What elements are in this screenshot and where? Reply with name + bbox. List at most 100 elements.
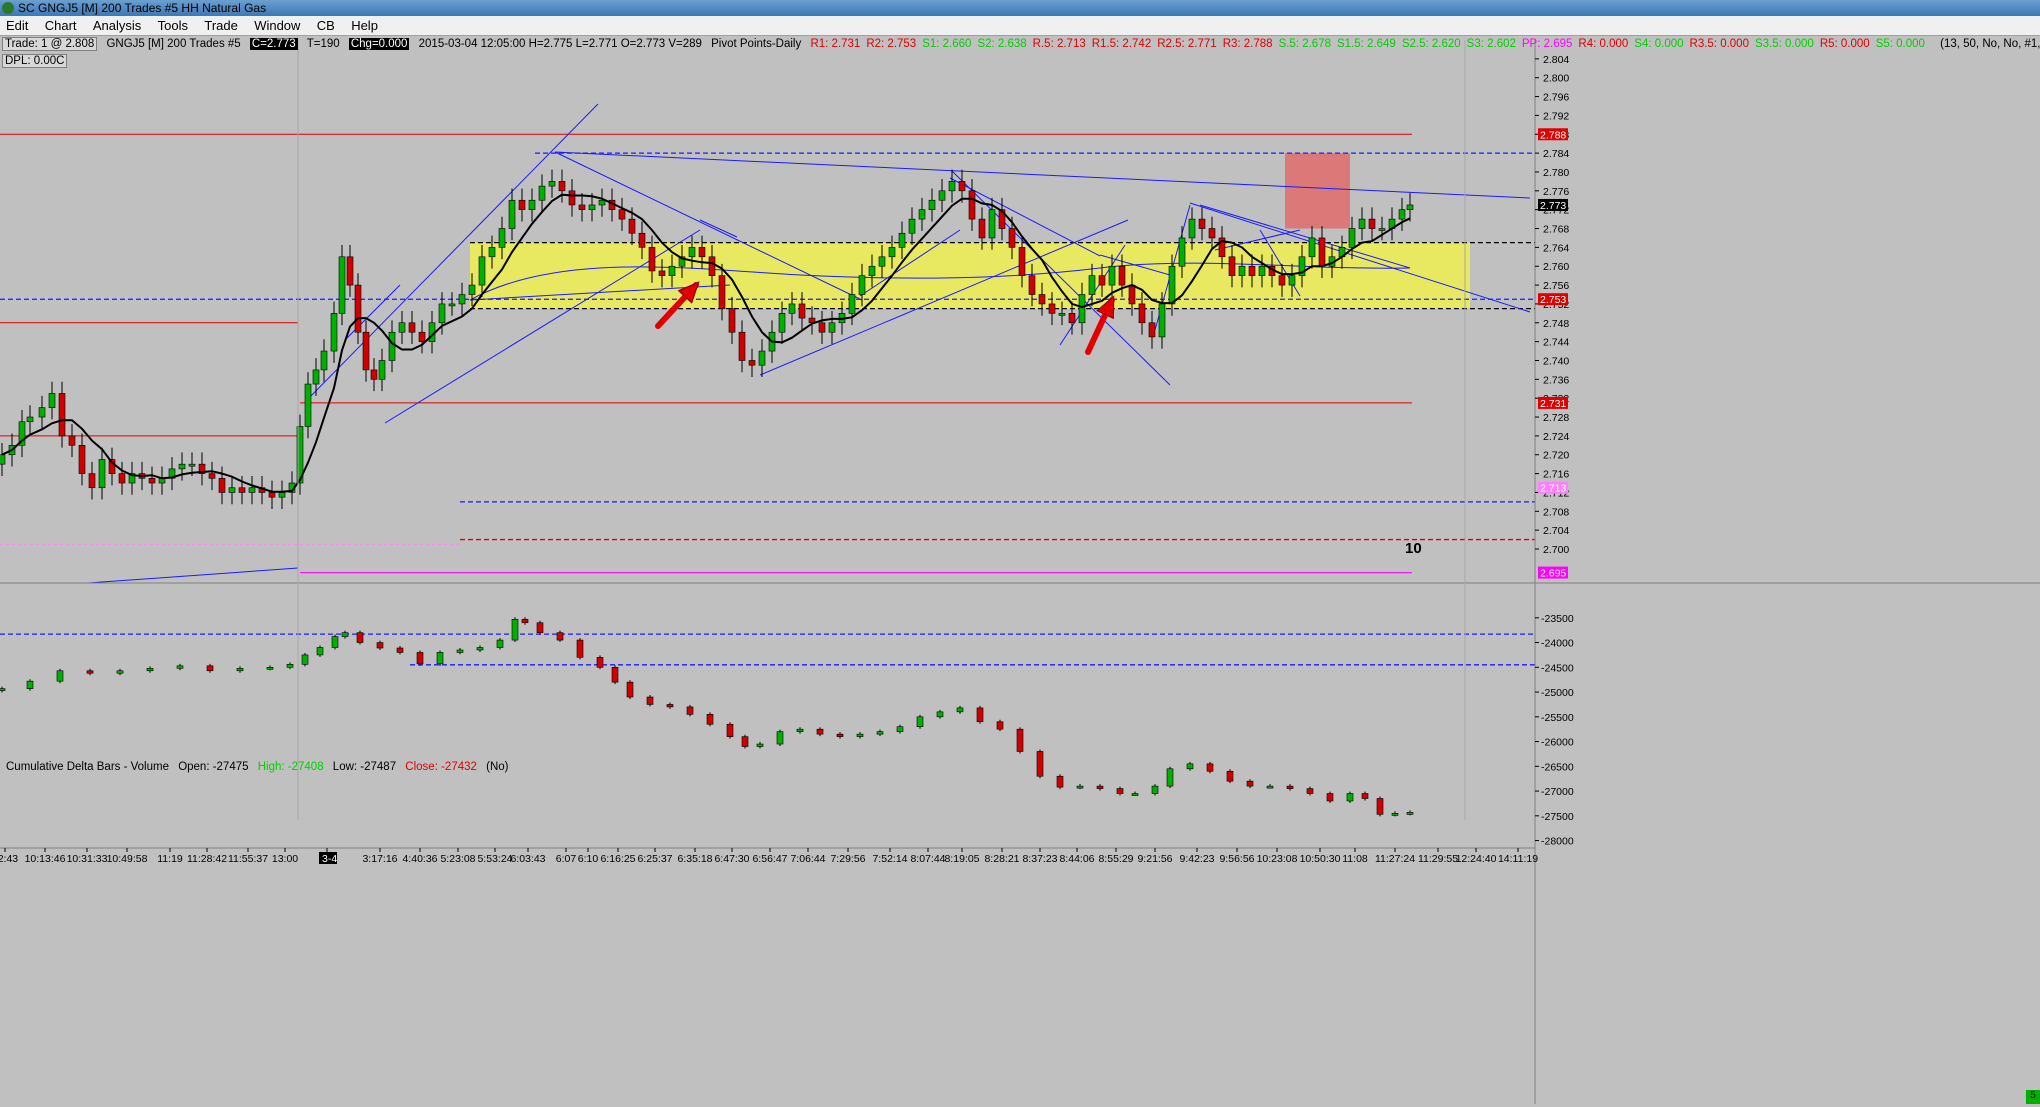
time-axis-label: 11:08 <box>1342 853 1368 865</box>
price-candle <box>528 199 536 210</box>
price-badge-label: 2.753 <box>1540 294 1566 306</box>
price-candle <box>788 303 796 314</box>
price-axis-label: 2.760 <box>1543 261 1569 273</box>
price-candle <box>354 284 362 333</box>
price-candle <box>378 360 386 380</box>
delta-bar <box>936 711 944 718</box>
price-axis-label: 2.784 <box>1543 148 1569 160</box>
price-candle <box>1348 228 1356 248</box>
price-candle <box>1398 209 1406 220</box>
pivot-value: S3.5: 0.000 <box>1754 38 1814 50</box>
delta-bar <box>416 652 424 665</box>
price-axis-label: 2.748 <box>1543 318 1569 330</box>
time-axis-label: 6:03:43 <box>510 853 545 865</box>
delta-axis-label: -24500 <box>1541 662 1574 674</box>
price-candle <box>578 204 586 210</box>
menu-trade[interactable]: Trade <box>198 16 244 33</box>
price-candle <box>728 308 736 333</box>
delta-bar <box>1376 798 1384 815</box>
price-candle <box>98 459 106 489</box>
time-axis-label: 02:43 <box>0 853 18 865</box>
time-axis-label: 8:44:06 <box>1059 853 1094 865</box>
price-candle <box>1058 313 1066 316</box>
pivot-value: R2.5: 2.771 <box>1157 38 1217 50</box>
delta-bar <box>796 728 804 732</box>
price-candle <box>1278 275 1286 286</box>
price-candle <box>508 199 516 229</box>
pivot-title: Pivot Points-Daily <box>711 38 802 50</box>
price-candle <box>1128 284 1136 305</box>
delta-low: Low: -27487 <box>332 761 397 773</box>
time-axis-label: 9:56:56 <box>1219 853 1254 865</box>
price-candle <box>638 232 646 248</box>
time-axis-label: 11:29:55 <box>1418 853 1458 865</box>
price-candle <box>658 270 666 276</box>
price-axis-label: 2.724 <box>1543 431 1569 443</box>
resistance-box <box>1285 153 1350 229</box>
price-candle <box>548 181 556 187</box>
delta-axis-label: -24000 <box>1541 638 1574 650</box>
pivot-value: S.5: 2.678 <box>1278 38 1331 50</box>
time-axis-label: 11:55:37 <box>228 853 268 865</box>
price-candle <box>1168 265 1176 305</box>
price-candle <box>346 256 354 286</box>
chart-area[interactable]: 2.804 2.800 2.796 2.792 2.788 2.784 2.780 2.776… <box>0 36 2040 1104</box>
menu-chart[interactable]: Chart <box>39 16 84 33</box>
price-candle <box>968 190 976 220</box>
price-candle <box>248 487 256 493</box>
delta-bar <box>1116 788 1124 794</box>
time-axis-label: 6:10 <box>578 853 599 865</box>
delta-bar <box>976 707 984 723</box>
price-candle <box>748 360 756 366</box>
delta-bar <box>1036 751 1044 777</box>
pivot-value: S2: 2.638 <box>977 38 1027 50</box>
price-candle <box>938 190 946 201</box>
price-candle <box>1078 294 1086 324</box>
delta-bar <box>856 733 864 737</box>
price-candle <box>1208 228 1216 239</box>
delta-bar <box>536 622 544 633</box>
pivot-value: R.5: 2.713 <box>1032 38 1086 50</box>
price-axis-label: 2.800 <box>1543 73 1569 85</box>
status-corner: 5 <box>2026 1090 2040 1104</box>
delta-bar <box>301 654 309 665</box>
price-candle <box>1258 265 1266 276</box>
delta-bar <box>1206 763 1214 772</box>
delta-bar <box>666 704 674 708</box>
pivot-value: S4: 0.000 <box>1634 38 1684 50</box>
menu-window[interactable]: Window <box>248 16 307 33</box>
delta-bar <box>756 743 764 747</box>
menu-tools[interactable]: Tools <box>152 16 195 33</box>
menu-help[interactable]: Help <box>345 16 385 33</box>
price-axis-label: 2.756 <box>1543 280 1569 292</box>
delta-bar <box>1226 770 1234 782</box>
delta-bar <box>176 665 184 669</box>
price-candle <box>598 199 606 206</box>
price-axis-label: 2.804 <box>1543 54 1569 66</box>
menu-analysis[interactable]: Analysis <box>87 16 148 33</box>
menu-cb[interactable]: CB <box>311 16 342 33</box>
chart-canvas[interactable]: 2.804 2.800 2.796 2.792 2.788 2.784 2.780 2.776… <box>0 36 2040 1104</box>
price-candle <box>628 218 636 234</box>
delta-bar <box>496 639 504 648</box>
price-candle <box>478 256 486 286</box>
price-candle <box>1108 265 1116 286</box>
time-axis-label: 5:53:24 <box>477 853 512 865</box>
delta-axis-label: -25500 <box>1541 712 1574 724</box>
delta-bar <box>646 696 654 705</box>
delta-axis-label: -25000 <box>1541 687 1574 699</box>
pivot-values: R1: 2.731 R2: 2.753 S1: 2.660 S2: 2.638 R.5:… <box>810 38 1930 50</box>
delta-bar <box>116 670 124 674</box>
window-title: SC GNGJ5 [M] 200 Trades #5 HH Natural Ga… <box>18 1 267 15</box>
time-axis-label: 4:40:36 <box>402 853 437 865</box>
price-candle <box>26 416 34 423</box>
delta-bar <box>1391 813 1399 816</box>
price-candle <box>208 473 216 479</box>
pivot-value: R4: 0.000 <box>1578 38 1629 50</box>
price-badge-label: 2.788 <box>1540 129 1566 141</box>
delta-axis-label: -28000 <box>1541 836 1574 848</box>
time-axis-label: 6:07 <box>556 853 577 865</box>
menu-bar: Edit Chart Analysis Tools Trade Window C… <box>0 16 2040 36</box>
time-axis-label: 9:21:56 <box>1137 853 1172 865</box>
menu-edit[interactable]: Edit <box>0 16 35 33</box>
